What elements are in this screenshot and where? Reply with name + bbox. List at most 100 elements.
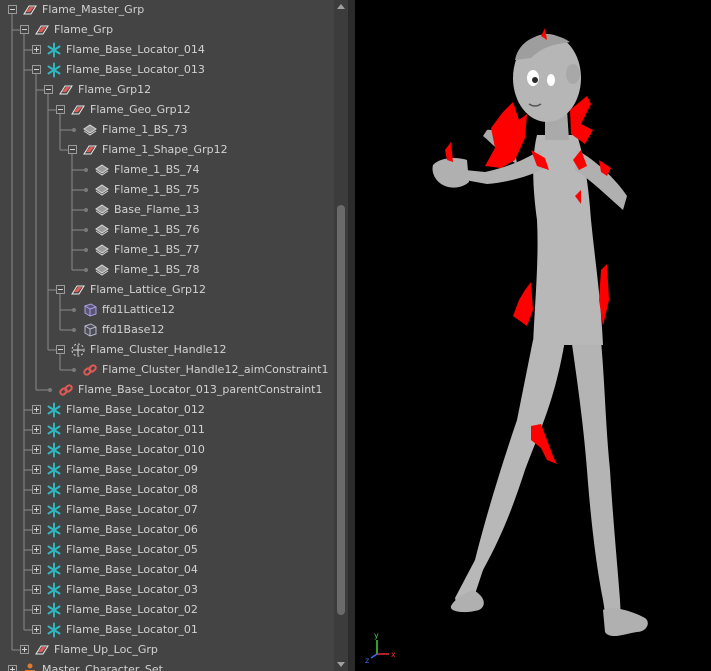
outliner-row[interactable]: Flame_1_BS_75: [0, 180, 334, 200]
mesh-icon: [94, 242, 110, 258]
outliner-row[interactable]: Flame_Grp12: [0, 80, 334, 100]
outliner-item-label: Flame_1_BS_78: [114, 263, 200, 276]
outliner-row[interactable]: Flame_Base_Locator_02: [0, 600, 334, 620]
leaf-dot-icon: [72, 128, 76, 132]
outliner-item-label: ffd1Base12: [102, 323, 165, 336]
panel-divider[interactable]: [348, 0, 355, 671]
outliner-row[interactable]: Master_Character_Set: [0, 660, 334, 671]
outliner-item-label: Flame_Base_Locator_013: [66, 63, 205, 76]
mesh-icon: [94, 262, 110, 278]
locator-icon: [46, 402, 62, 418]
outliner-item-label: Flame_Cluster_Handle12: [90, 343, 227, 356]
outliner-item-label: Flame_Master_Grp: [42, 3, 145, 16]
collapse-minus-icon[interactable]: [68, 145, 77, 154]
outliner-row[interactable]: Flame_Base_Locator_012: [0, 400, 334, 420]
character-ear: [566, 64, 580, 84]
outliner-row[interactable]: Flame_Base_Locator_09: [0, 460, 334, 480]
outliner-row[interactable]: Flame_1_BS_78: [0, 260, 334, 280]
outliner-row[interactable]: Flame_Base_Locator_013_parentConstraint1: [0, 380, 334, 400]
outliner-row[interactable]: Flame_1_BS_76: [0, 220, 334, 240]
outliner-row[interactable]: Flame_Base_Locator_03: [0, 580, 334, 600]
expand-plus-icon[interactable]: [8, 665, 17, 671]
outliner-row[interactable]: Flame_Cluster_Handle12_aimConstraint1: [0, 360, 334, 380]
collapse-minus-icon[interactable]: [56, 345, 65, 354]
outliner-scrollbar[interactable]: [334, 0, 348, 671]
outliner-row[interactable]: Flame_1_Shape_Grp12: [0, 140, 334, 160]
outliner-item-label: Base_Flame_13: [114, 203, 200, 216]
expand-plus-icon[interactable]: [32, 525, 41, 534]
transform-group-icon: [22, 2, 38, 18]
outliner-row[interactable]: Flame_Lattice_Grp12: [0, 280, 334, 300]
outliner-row[interactable]: Base_Flame_13: [0, 200, 334, 220]
3d-viewport[interactable]: y x z: [355, 0, 711, 671]
expand-plus-icon[interactable]: [32, 505, 41, 514]
expand-plus-icon[interactable]: [32, 625, 41, 634]
outliner-item-label: Master_Character_Set: [42, 663, 163, 671]
transform-group-icon: [70, 102, 86, 118]
outliner-row[interactable]: Flame_Base_Locator_08: [0, 480, 334, 500]
locator-icon: [46, 522, 62, 538]
leaf-dot-icon: [72, 328, 76, 332]
scroll-up-arrow-icon[interactable]: [337, 4, 345, 9]
collapse-minus-icon[interactable]: [56, 285, 65, 294]
character-left-foot: [450, 590, 484, 613]
outliner-row[interactable]: Flame_1_BS_73: [0, 120, 334, 140]
leaf-dot-icon: [72, 368, 76, 372]
outliner-row[interactable]: Flame_Up_Loc_Grp: [0, 640, 334, 660]
expand-plus-icon[interactable]: [32, 45, 41, 54]
outliner-row[interactable]: Flame_Base_Locator_06: [0, 520, 334, 540]
outliner-row[interactable]: Flame_Base_Locator_013: [0, 60, 334, 80]
expand-plus-icon[interactable]: [32, 485, 41, 494]
leaf-dot-icon: [84, 188, 88, 192]
expand-plus-icon[interactable]: [32, 605, 41, 614]
expand-plus-icon[interactable]: [32, 405, 41, 414]
outliner-tree: Flame_Master_Grp Flame_Grp Flame_Base_Loca…: [0, 0, 340, 671]
expand-plus-icon[interactable]: [32, 585, 41, 594]
scrollbar-thumb[interactable]: [337, 205, 345, 615]
scroll-down-arrow-icon[interactable]: [337, 662, 345, 667]
expand-plus-icon[interactable]: [32, 465, 41, 474]
outliner-row[interactable]: Flame_1_BS_74: [0, 160, 334, 180]
outliner-row[interactable]: Flame_Base_Locator_04: [0, 560, 334, 580]
locator-icon: [46, 582, 62, 598]
outliner-row[interactable]: ffd1Lattice12: [0, 300, 334, 320]
flame-shape: [513, 282, 533, 326]
outliner-item-label: Flame_Geo_Grp12: [90, 103, 191, 116]
outliner-item-label: Flame_1_BS_76: [114, 223, 200, 236]
character-right-foot: [603, 607, 648, 637]
outliner-row[interactable]: Flame_Base_Locator_01: [0, 620, 334, 640]
locator-icon: [46, 602, 62, 618]
outliner-row[interactable]: Flame_Grp: [0, 20, 334, 40]
collapse-minus-icon[interactable]: [8, 5, 17, 14]
transform-group-icon: [70, 282, 86, 298]
outliner-item-label: Flame_Base_Locator_011: [66, 423, 205, 436]
constraint-icon: [82, 362, 98, 378]
outliner-item-label: Flame_Base_Locator_04: [66, 563, 198, 576]
expand-plus-icon[interactable]: [20, 645, 29, 654]
collapse-minus-icon[interactable]: [20, 25, 29, 34]
outliner-row[interactable]: Flame_Base_Locator_014: [0, 40, 334, 60]
collapse-minus-icon[interactable]: [44, 85, 53, 94]
outliner-row[interactable]: Flame_Base_Locator_010: [0, 440, 334, 460]
outliner-item-label: Flame_Base_Locator_012: [66, 403, 205, 416]
outliner-row[interactable]: Flame_Base_Locator_07: [0, 500, 334, 520]
outliner-row[interactable]: Flame_Base_Locator_011: [0, 420, 334, 440]
transform-group-icon: [82, 142, 98, 158]
outliner-row[interactable]: Flame_Master_Grp: [0, 0, 334, 20]
expand-plus-icon[interactable]: [32, 445, 41, 454]
expand-plus-icon[interactable]: [32, 425, 41, 434]
outliner-item-label: Flame_Base_Locator_010: [66, 443, 205, 456]
expand-plus-icon[interactable]: [32, 565, 41, 574]
collapse-minus-icon[interactable]: [32, 65, 41, 74]
collapse-minus-icon[interactable]: [56, 105, 65, 114]
outliner-item-label: Flame_1_Shape_Grp12: [102, 143, 228, 156]
outliner-row[interactable]: Flame_Cluster_Handle12: [0, 340, 334, 360]
outliner-row[interactable]: ffd1Base12: [0, 320, 334, 340]
outliner-item-label: Flame_Base_Locator_05: [66, 543, 198, 556]
outliner-row[interactable]: Flame_Base_Locator_05: [0, 540, 334, 560]
leaf-dot-icon: [84, 228, 88, 232]
leaf-dot-icon: [84, 208, 88, 212]
expand-plus-icon[interactable]: [32, 545, 41, 554]
outliner-row[interactable]: Flame_Geo_Grp12: [0, 100, 334, 120]
outliner-row[interactable]: Flame_1_BS_77: [0, 240, 334, 260]
